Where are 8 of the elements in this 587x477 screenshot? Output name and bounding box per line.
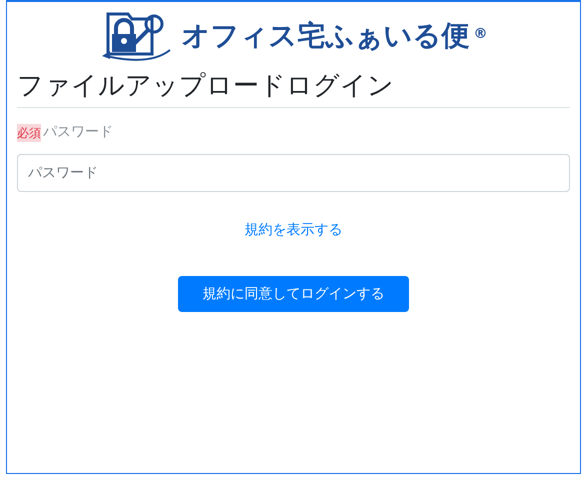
password-field[interactable]: パスワード <box>17 154 570 192</box>
agree-login-button[interactable]: 規約に同意してログインする <box>178 276 409 312</box>
logo-text: オフィス宅ふぁいる便 <box>182 22 470 50</box>
required-badge: 必須 <box>17 124 41 142</box>
page-title: ファイルアップロードログイン <box>17 68 570 108</box>
terms-link[interactable]: 規約を表示する <box>244 220 342 241</box>
registered-mark: ® <box>474 25 488 44</box>
field-label: パスワード <box>43 123 113 142</box>
